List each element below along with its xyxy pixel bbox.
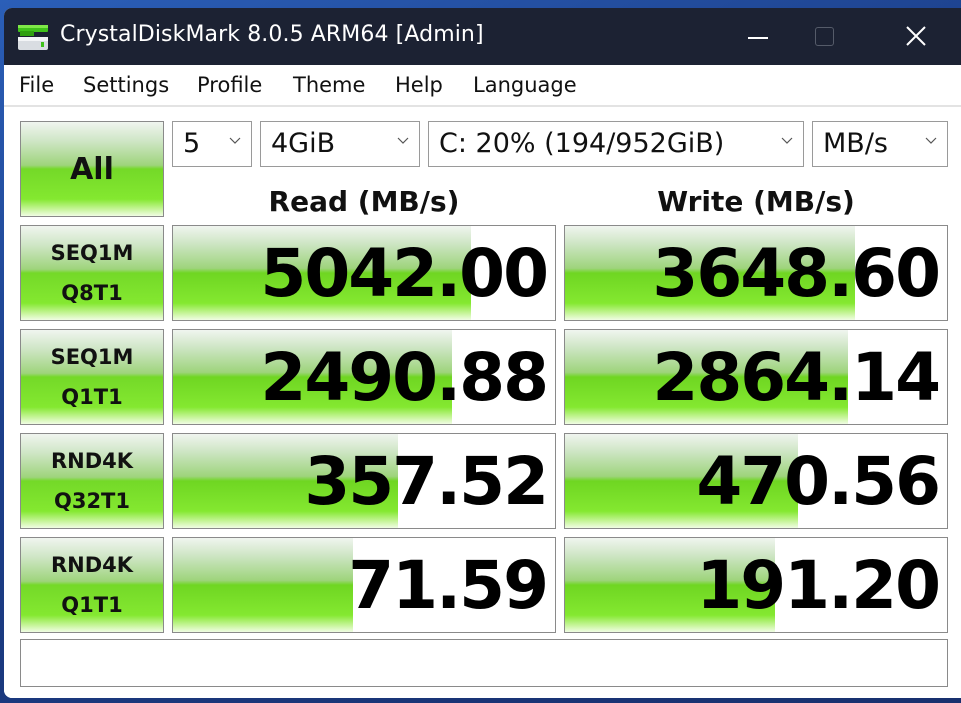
write-value: 470.56 [696,443,941,520]
test-name: SEQ1M [50,345,134,369]
read-header: Read (MB/s) [268,185,460,218]
read-value: 357.52 [304,443,549,520]
menu-help[interactable]: Help [395,73,443,97]
minimize-icon [748,37,768,39]
write-header: Write (MB/s) [657,185,855,218]
comment-input[interactable] [20,639,948,687]
test-button[interactable]: SEQ1M Q8T1 [20,225,164,321]
read-result-cell: 2490.88 [172,329,556,425]
chevron-down-icon [229,137,241,144]
menu-theme[interactable]: Theme [293,73,365,97]
test-name: RND4K [50,449,134,473]
write-result-cell: 191.20 [564,537,948,633]
maximize-button[interactable] [800,16,848,56]
test-params: Q32T1 [53,489,130,513]
read-value: 2490.88 [260,339,549,416]
drive-value: C: 20% (194/952GiB) [439,128,725,159]
maximize-icon [814,26,834,46]
chevron-down-icon [925,137,937,144]
read-result-cell: 357.52 [172,433,556,529]
write-value: 2864.14 [652,339,941,416]
chevron-down-icon [397,137,409,144]
write-value: 191.20 [696,547,941,624]
read-result-cell: 71.59 [172,537,556,633]
chevron-down-icon [781,137,793,144]
write-result-cell: 3648.60 [564,225,948,321]
test-count-select[interactable]: 5 [172,121,252,167]
close-button[interactable] [892,16,940,56]
test-size-select[interactable]: 4GiB [260,121,420,167]
app-window: CrystalDiskMark 8.0.5 ARM64 [Admin] File… [4,8,961,698]
test-name: RND4K [50,553,134,577]
menu-file[interactable]: File [19,73,54,97]
read-result-cell: 5042.00 [172,225,556,321]
run-all-button[interactable]: All [20,121,164,217]
unit-value: MB/s [823,128,888,159]
test-count-value: 5 [183,128,201,159]
test-params: Q8T1 [61,281,123,305]
test-params: Q1T1 [61,385,123,409]
read-value: 5042.00 [260,235,549,312]
write-value: 3648.60 [652,235,941,312]
menu-profile[interactable]: Profile [197,73,262,97]
test-name: SEQ1M [50,241,134,265]
minimize-button[interactable] [734,16,782,56]
close-icon [906,26,926,46]
unit-select[interactable]: MB/s [812,121,948,167]
drive-select[interactable]: C: 20% (194/952GiB) [428,121,804,167]
read-value: 71.59 [348,547,549,624]
test-size-value: 4GiB [271,128,336,159]
read-progress-bar [173,538,353,632]
test-params: Q1T1 [61,593,123,617]
title-bar: CrystalDiskMark 8.0.5 ARM64 [Admin] [4,8,961,65]
write-result-cell: 2864.14 [564,329,948,425]
disk-drive-icon [18,25,48,50]
run-all-label: All [70,151,114,187]
test-button[interactable]: RND4K Q1T1 [20,537,164,633]
test-button[interactable]: RND4K Q32T1 [20,433,164,529]
write-result-cell: 470.56 [564,433,948,529]
menu-language[interactable]: Language [473,73,577,97]
menu-settings[interactable]: Settings [83,73,169,97]
window-title: CrystalDiskMark 8.0.5 ARM64 [Admin] [60,22,484,47]
main-panel: All 5 4GiB C: 20% (194/952GiB) MB/s Read… [4,107,961,698]
test-button[interactable]: SEQ1M Q1T1 [20,329,164,425]
menu-bar: File Settings Profile Theme Help Languag… [4,65,961,107]
